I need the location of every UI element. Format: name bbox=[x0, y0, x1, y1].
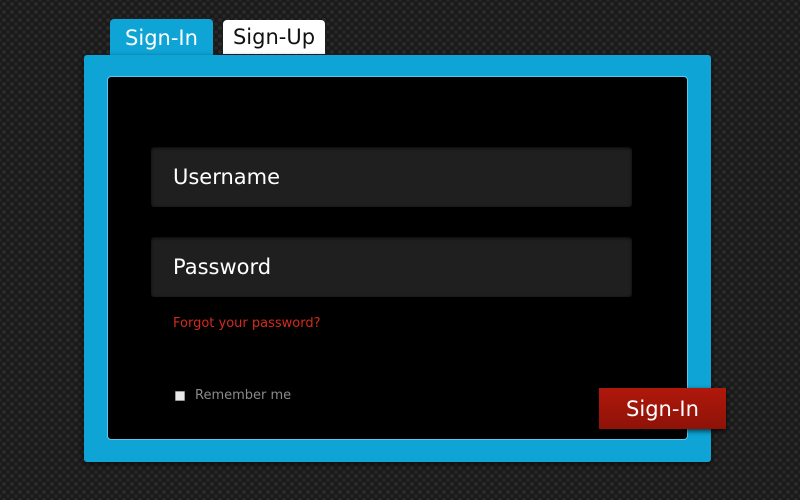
username-placeholder: Username bbox=[173, 165, 281, 189]
forgot-password-link[interactable]: Forgot your password? bbox=[173, 316, 321, 331]
tab-sign-in[interactable]: Sign-In bbox=[110, 19, 213, 55]
password-field[interactable]: Password bbox=[151, 237, 632, 297]
remember-me-label: Remember me bbox=[195, 388, 292, 403]
password-placeholder: Password bbox=[173, 255, 272, 279]
tab-sign-up[interactable]: Sign-Up bbox=[223, 20, 325, 54]
remember-me-checkbox[interactable] bbox=[175, 391, 185, 401]
sign-in-button[interactable]: Sign-In bbox=[599, 388, 726, 429]
username-field[interactable]: Username bbox=[151, 147, 632, 207]
